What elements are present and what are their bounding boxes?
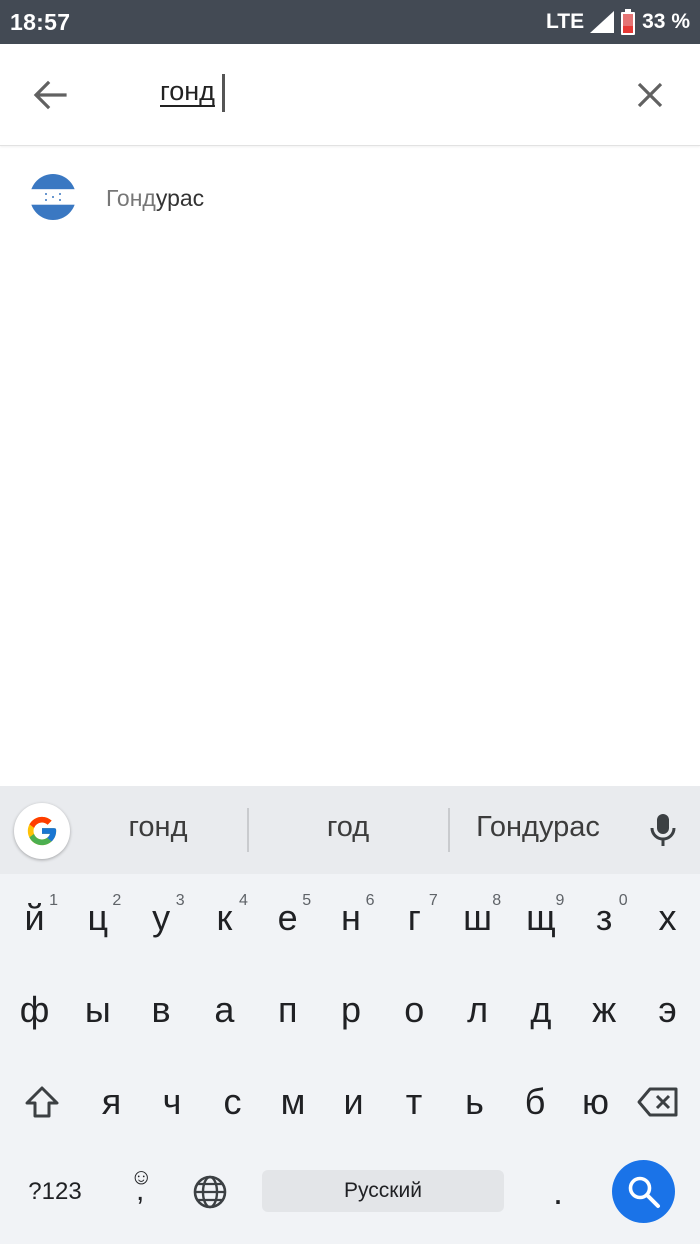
key-label: й — [24, 897, 45, 938]
key-г[interactable]: г7 — [383, 878, 446, 958]
search-bar: гонд — [0, 44, 700, 146]
suggestion-2[interactable]: год — [270, 811, 426, 844]
comma-label: , — [136, 1174, 145, 1207]
key-о[interactable]: о — [383, 970, 446, 1050]
key-hint: 5 — [302, 892, 312, 909]
keyboard: гонд год Гондурас й1ц2у3к4е5н6г7ш8щ9з0х … — [0, 786, 700, 1244]
search-key[interactable] — [612, 1160, 675, 1223]
back-button[interactable] — [22, 70, 78, 120]
key-э[interactable]: э — [636, 970, 699, 1050]
backspace-key[interactable] — [626, 1062, 689, 1142]
key-л[interactable]: л — [446, 970, 509, 1050]
key-ы[interactable]: ы — [66, 970, 129, 1050]
backspace-icon — [637, 1087, 677, 1117]
key-label: е — [277, 897, 298, 938]
key-а[interactable]: а — [193, 970, 256, 1050]
key-н[interactable]: н6 — [320, 878, 383, 958]
space-key[interactable]: Русский — [262, 1170, 504, 1212]
key-ф[interactable]: ф — [3, 970, 66, 1050]
key-ж[interactable]: ж — [573, 970, 636, 1050]
result-label-match: Гонд — [106, 185, 156, 211]
language-key[interactable] — [178, 1152, 242, 1232]
key-label: х — [658, 897, 677, 938]
search-icon — [628, 1176, 660, 1208]
text-cursor — [222, 74, 225, 112]
key-и[interactable]: и — [322, 1062, 385, 1142]
key-label: щ — [526, 897, 556, 938]
signal-icon — [590, 11, 615, 33]
suggestion-bar: гонд год Гондурас — [0, 786, 700, 874]
key-щ[interactable]: щ9 — [509, 878, 572, 958]
key-з[interactable]: з0 — [573, 878, 636, 958]
clear-search-button[interactable] — [622, 70, 678, 120]
comma-key[interactable]: ☺ , — [110, 1152, 174, 1232]
key-в[interactable]: в — [130, 970, 193, 1050]
key-р[interactable]: р — [320, 970, 383, 1050]
globe-icon — [193, 1175, 227, 1209]
result-label: Гондурас — [106, 185, 204, 212]
key-label: у — [152, 897, 171, 938]
suggestion-divider — [448, 808, 450, 852]
google-logo-icon[interactable] — [14, 803, 70, 859]
key-hint: 7 — [428, 892, 438, 909]
key-hint: 2 — [112, 892, 122, 909]
search-input[interactable]: гонд — [160, 76, 215, 107]
key-ь[interactable]: ь — [443, 1062, 506, 1142]
key-hint: 1 — [49, 892, 58, 909]
key-д[interactable]: д — [509, 970, 572, 1050]
key-ц[interactable]: ц2 — [66, 878, 129, 958]
key-label: з — [595, 897, 613, 938]
period-key[interactable]: . — [526, 1152, 590, 1232]
key-label: ц — [87, 897, 109, 938]
status-bar: 18:57 LTE 33 % — [0, 0, 700, 44]
mic-icon[interactable] — [648, 808, 678, 852]
key-ю[interactable]: ю — [564, 1062, 627, 1142]
suggestion-divider — [247, 808, 249, 852]
key-й[interactable]: й1 — [3, 878, 66, 958]
key-е[interactable]: е5 — [256, 878, 319, 958]
key-ч[interactable]: ч — [141, 1062, 204, 1142]
key-label: г — [407, 897, 421, 938]
close-icon — [637, 82, 663, 108]
key-hint: 3 — [175, 892, 185, 909]
key-hint: 6 — [365, 892, 375, 909]
shift-key[interactable] — [10, 1062, 73, 1142]
result-item[interactable]: Гондурас — [0, 150, 700, 246]
suggestion-3[interactable]: Гондурас — [458, 811, 618, 844]
key-hint: 8 — [492, 892, 502, 909]
key-hint: 0 — [618, 892, 628, 909]
battery-percent: 33 % — [642, 10, 690, 33]
key-у[interactable]: у3 — [130, 878, 193, 958]
status-time: 18:57 — [10, 9, 71, 35]
key-х[interactable]: х — [636, 878, 699, 958]
key-ш[interactable]: ш8 — [446, 878, 509, 958]
battery-icon — [620, 9, 636, 35]
suggestion-1[interactable]: гонд — [96, 811, 220, 844]
key-к[interactable]: к4 — [193, 878, 256, 958]
key-hint: 9 — [555, 892, 565, 909]
back-arrow-icon — [33, 80, 67, 110]
status-indicators: LTE 33 % — [546, 9, 690, 35]
key-т[interactable]: т — [383, 1062, 446, 1142]
network-type: LTE — [546, 10, 585, 33]
result-label-rest: урас — [155, 185, 205, 211]
shift-icon — [25, 1086, 58, 1118]
key-м[interactable]: м — [262, 1062, 325, 1142]
key-label: н — [341, 897, 361, 938]
key-label: к — [216, 897, 233, 938]
symbols-key[interactable]: ?123 — [10, 1152, 100, 1232]
key-б[interactable]: б — [504, 1062, 567, 1142]
key-с[interactable]: с — [201, 1062, 264, 1142]
key-я[interactable]: я — [80, 1062, 143, 1142]
key-п[interactable]: п — [256, 970, 319, 1050]
key-label: ш — [463, 897, 493, 938]
honduras-flag-icon — [30, 174, 76, 220]
key-hint: 4 — [238, 892, 248, 909]
